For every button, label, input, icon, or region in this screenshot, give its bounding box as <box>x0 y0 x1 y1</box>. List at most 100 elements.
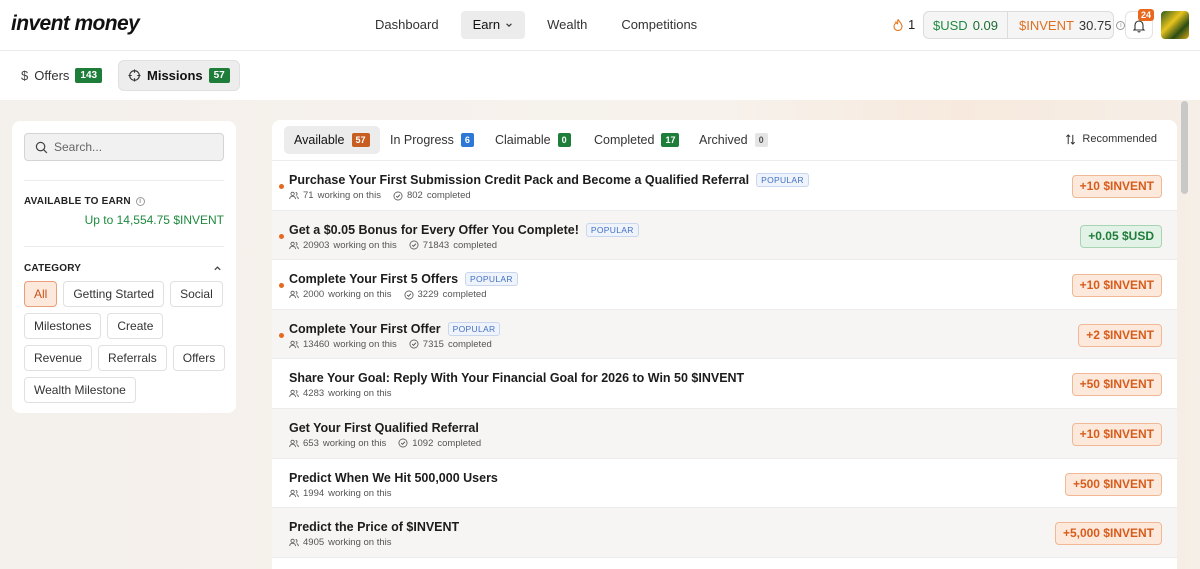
mission-title-line: Complete Your First Offer POPULAR <box>289 321 501 336</box>
completed-count: 7315 <box>422 338 444 350</box>
tab-completed[interactable]: Completed 17 <box>584 126 689 154</box>
mission-stats: 20903 working on this 71843 completed <box>289 240 497 251</box>
category-chip-revenue[interactable]: Revenue <box>24 345 93 371</box>
users-icon <box>289 489 299 497</box>
completed-suffix: completed <box>442 289 487 301</box>
working-stat: 20903 working on this <box>289 240 397 251</box>
working-count: 4283 <box>303 388 325 400</box>
nav-competitions[interactable]: Competitions <box>609 11 709 39</box>
mission-row[interactable]: Get a $0.05 Bonus for Every Offer You Co… <box>272 210 1177 261</box>
invent-value: 30.75 <box>1078 17 1112 33</box>
completed-suffix: completed <box>426 190 471 201</box>
category-chip-offers[interactable]: Offers <box>172 345 226 371</box>
category-chip-all[interactable]: All <box>24 281 58 307</box>
users-icon <box>289 538 299 547</box>
tab-claimable[interactable]: Claimable 0 <box>485 126 581 154</box>
category-label: CATEGORY <box>24 263 82 274</box>
tab-count-badge: 6 <box>460 133 474 147</box>
search-input[interactable]: Search... <box>24 133 224 161</box>
working-stat: 4283 working on this <box>289 388 392 399</box>
mission-stats: 1994 working on this <box>289 488 392 499</box>
tab-in-progress[interactable]: In Progress 6 <box>380 126 484 154</box>
category-chip-social[interactable]: Social <box>170 281 223 307</box>
working-count: 13460 <box>303 338 330 350</box>
mission-row[interactable]: Predict the Price of $INVENT 4905 working … <box>272 508 1177 558</box>
nav-earn[interactable]: Earn <box>460 11 526 39</box>
working-stat: 1994 working on this <box>289 488 392 499</box>
tab-label: Available <box>294 133 345 147</box>
tab-missions[interactable]: Missions 57 <box>118 60 240 91</box>
mission-row[interactable]: Purchase Your First Submission Credit Pa… <box>272 161 1177 211</box>
working-count: 1994 <box>303 487 325 499</box>
category-chips: All Getting Started Social Milestones Cr… <box>24 281 229 403</box>
tab-offers-label: Offers <box>34 68 70 83</box>
streak-counter[interactable]: 1 <box>893 17 915 32</box>
category-chip-create[interactable]: Create <box>107 313 164 339</box>
category-chip-referrals[interactable]: Referrals <box>98 345 167 371</box>
check-circle-icon <box>398 438 408 448</box>
mission-title: Get a $0.05 Bonus for Every Offer You Co… <box>289 222 579 237</box>
tab-label: In Progress <box>390 133 454 147</box>
search-icon <box>35 141 48 153</box>
completed-suffix: completed <box>447 338 492 350</box>
notification-count-badge: 24 <box>1138 9 1155 21</box>
logo[interactable]: invent money <box>11 12 140 36</box>
popular-badge: POPULAR <box>756 173 809 187</box>
users-icon <box>289 340 299 348</box>
reward-badge[interactable]: +10 $INVENT <box>1071 422 1162 446</box>
tab-archived[interactable]: Archived 0 <box>689 126 778 154</box>
reward-badge[interactable]: +0.05 $USD <box>1080 224 1162 248</box>
working-suffix: working on this <box>328 388 392 400</box>
sort-dropdown[interactable]: Recommended <box>1065 133 1157 145</box>
divider <box>24 246 224 247</box>
wallet-balance[interactable]: $USD 0.09 $INVENT 30.75 i <box>923 11 1126 39</box>
mission-row[interactable]: Predict When We Hit 500,000 Users 1994 wor… <box>272 459 1177 509</box>
reward-badge[interactable]: +10 $INVENT <box>1071 274 1162 298</box>
flame-icon <box>893 18 903 31</box>
completed-count: 1092 <box>412 437 434 449</box>
reward-badge[interactable]: +500 $INVENT <box>1064 472 1162 496</box>
reward-badge[interactable]: +2 $INVENT <box>1078 323 1162 347</box>
check-circle-icon <box>409 339 419 349</box>
working-count: 2000 <box>303 289 325 301</box>
tab-offers[interactable]: $ Offers 143 <box>12 60 111 91</box>
mission-title: Get Your First Qualified Referral <box>289 420 479 435</box>
new-indicator-dot <box>279 283 284 289</box>
reward-badge[interactable]: +50 $INVENT <box>1071 373 1162 397</box>
mission-row[interactable]: Share Your Goal: Reply With Your Financi… <box>272 359 1177 409</box>
tab-available[interactable]: Available 57 <box>284 126 380 154</box>
tab-label: Archived <box>699 133 748 147</box>
category-chip-getting-started[interactable]: Getting Started <box>63 281 165 307</box>
completed-suffix: completed <box>437 437 482 449</box>
mission-title: Purchase Your First Submission Credit Pa… <box>289 173 750 187</box>
check-circle-icon <box>404 290 414 300</box>
popular-badge: POPULAR <box>585 222 639 237</box>
working-count: 653 <box>303 437 319 449</box>
completed-stat: 3229 completed <box>404 289 487 300</box>
avatar[interactable] <box>1161 11 1189 39</box>
sort-icon <box>1066 133 1076 145</box>
working-stat: 4905 working on this <box>289 537 392 548</box>
working-suffix: working on this <box>328 537 392 549</box>
working-count: 4905 <box>303 537 325 549</box>
scrollbar-thumb[interactable] <box>1181 101 1188 194</box>
chevron-up-icon[interactable] <box>213 264 222 273</box>
usd-value: 0.09 <box>972 17 998 33</box>
crosshair-icon <box>128 69 141 82</box>
mission-row[interactable]: Complete Your First Offer POPULAR 13460 wor… <box>272 309 1177 360</box>
nav-dashboard[interactable]: Dashboard <box>363 11 451 39</box>
category-chip-milestones[interactable]: Milestones <box>24 313 102 339</box>
mission-row[interactable]: Complete Your First 5 Offers POPULAR 2000 w… <box>272 260 1177 310</box>
offers-count-badge: 143 <box>75 68 103 83</box>
nav-earn-label: Earn <box>472 17 501 32</box>
reward-badge[interactable]: +10 $INVENT <box>1071 175 1162 198</box>
nav-wealth[interactable]: Wealth <box>535 11 599 39</box>
tab-count-badge: 0 <box>754 133 768 147</box>
reward-badge[interactable]: +5,000 $INVENT <box>1054 522 1162 546</box>
info-icon[interactable]: i <box>135 197 145 206</box>
new-indicator-dot <box>279 332 284 338</box>
working-suffix: working on this <box>322 437 387 449</box>
mission-row[interactable]: Get Your First Qualified Referral 653 work… <box>272 408 1177 459</box>
tab-label: Completed <box>594 133 655 147</box>
category-chip-wealth-milestone[interactable]: Wealth Milestone <box>24 377 136 403</box>
